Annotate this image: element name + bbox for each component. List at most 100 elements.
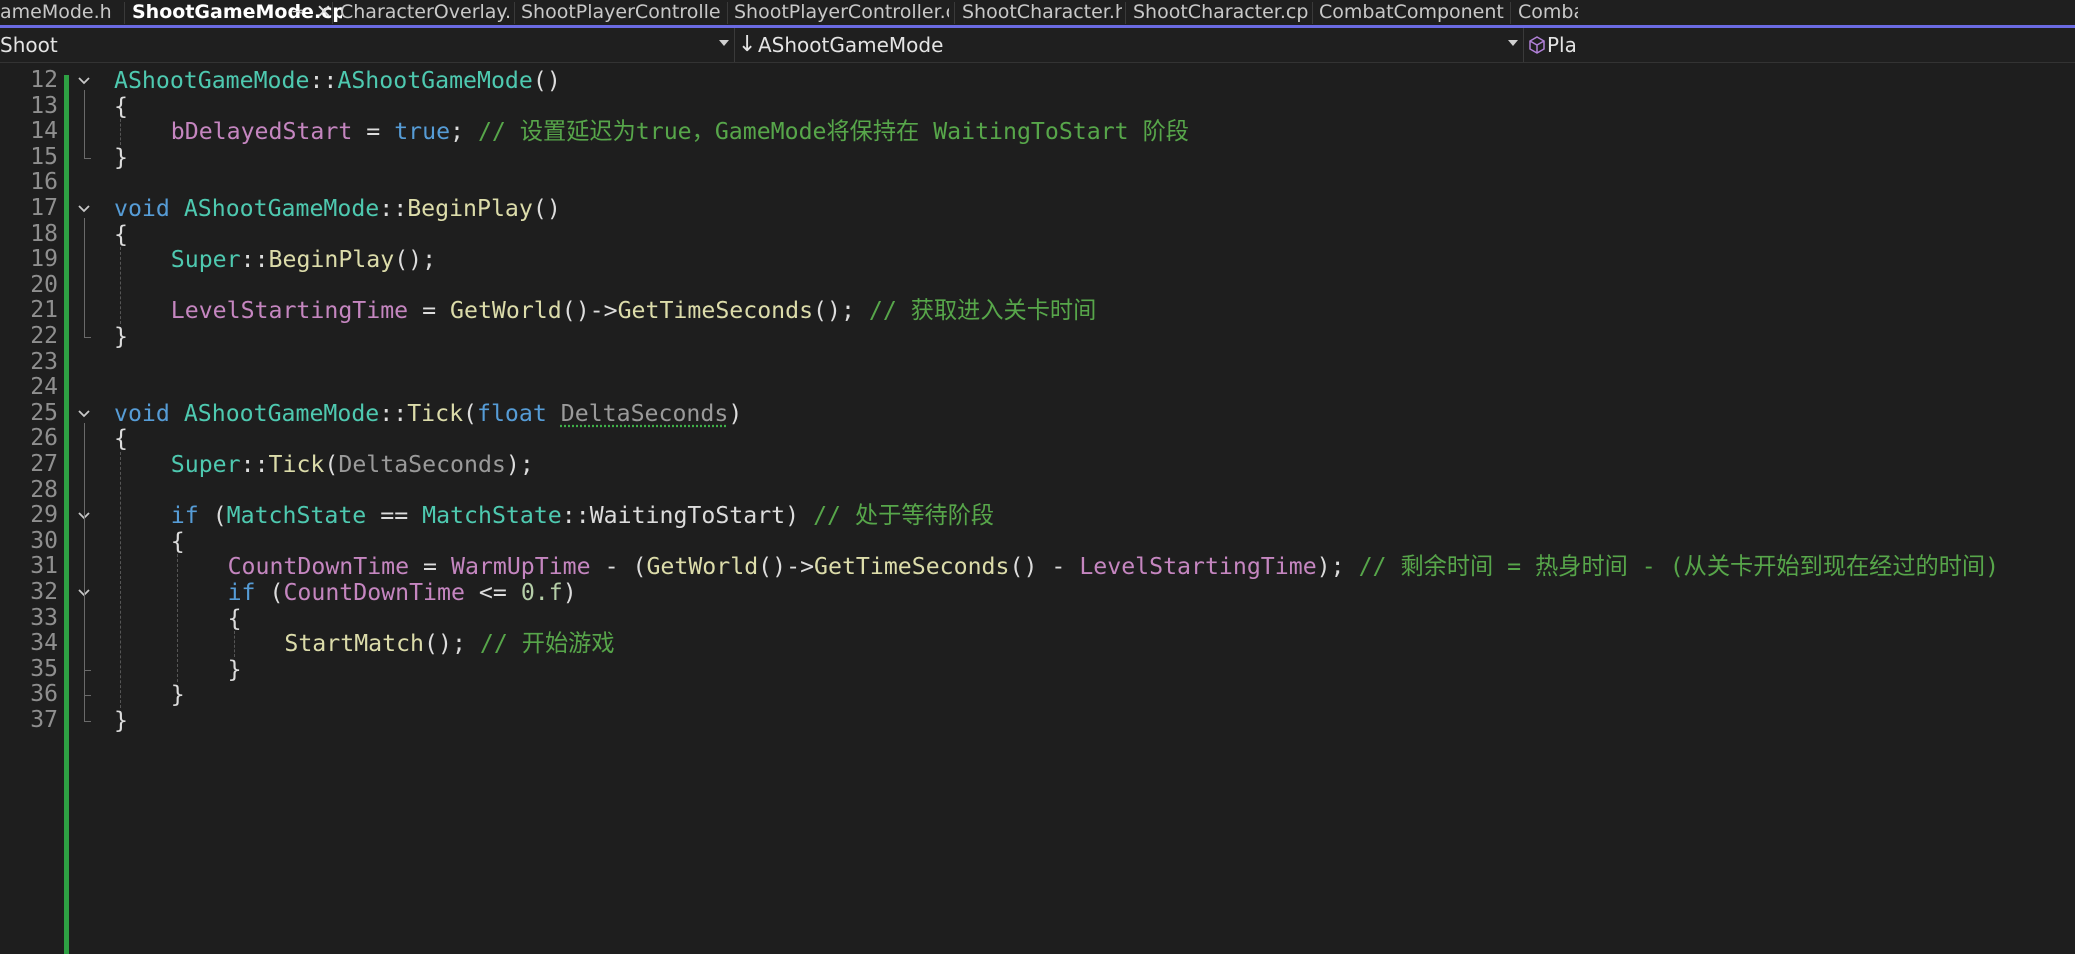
code-line[interactable]: 26 { (0, 426, 2075, 452)
code-text: } (114, 143, 128, 171)
tab-label: ShootGameMode.cpp (132, 1, 342, 23)
indent-guide (176, 554, 178, 683)
code-editor[interactable]: 12 AShootGameMode::AShootGameMode() 13{14 b… (0, 63, 2075, 954)
tab-separator (727, 2, 728, 24)
code-text: Super::BeginPlay(); (170, 246, 437, 274)
project-dropdown[interactable]: Shoot (0, 28, 732, 62)
chevron-down-icon (719, 40, 729, 46)
line-number: 13 (30, 92, 58, 119)
code-line[interactable]: 31 CountDownTime = WarmUpTime - (GetWorld… (0, 554, 2075, 580)
project-name: Shoot (0, 33, 58, 57)
document-tab-bar: ameMode.h ShootGameMode.cpp ⊸ ✕ Characte… (0, 0, 2075, 28)
code-text: if (CountDownTime <= 0.f) (227, 579, 577, 606)
code-line[interactable]: 18 { (0, 220, 2075, 248)
indent-guide (120, 247, 121, 324)
code-text: { (114, 220, 128, 248)
line-number: 23 (30, 348, 58, 375)
code-line[interactable]: 36} (0, 682, 2075, 708)
line-number: 18 (30, 220, 58, 247)
code-line[interactable]: 35} (0, 655, 2075, 683)
code-line[interactable]: 24 (0, 375, 2075, 401)
tab-shootplayercontroller-h[interactable]: ShootPlayerController.h (521, 0, 721, 25)
collapse-chevron-icon[interactable] (76, 201, 92, 217)
tab-shootgamemode-cpp[interactable]: ShootGameMode.cpp ⊸ ✕ (132, 0, 342, 25)
line-number: 31 (30, 553, 58, 580)
close-icon[interactable]: ✕ (316, 0, 332, 25)
tab-label: Combat (1518, 1, 1578, 23)
code-line[interactable]: 32 if (CountDownTime <= 0.f) (0, 579, 2075, 606)
line-number: 12 (30, 67, 58, 93)
code-line[interactable]: 22} (0, 323, 2075, 350)
code-line[interactable]: 16 (0, 170, 2075, 196)
code-text: AShootGameMode::AShootGameMode() (114, 67, 561, 94)
line-number: 19 (30, 246, 58, 273)
tab-label: ShootCharacter.cpp (1133, 1, 1308, 23)
code-line[interactable]: 27 Super::Tick(DeltaSeconds); (0, 451, 2075, 478)
tab-separator (1125, 2, 1126, 24)
code-line[interactable]: 30 { (0, 528, 2075, 555)
line-number: 17 (30, 195, 58, 221)
pin-icon[interactable]: ⊸ (292, 0, 304, 25)
tab-shootplayercontroller-cpp[interactable]: ShootPlayerController.cpp (734, 0, 949, 25)
line-number: 24 (30, 374, 58, 401)
code-line[interactable]: 33 { (0, 604, 2075, 632)
member-name: Play (1547, 33, 1575, 57)
tab-label: ShootPlayerController.h (521, 1, 721, 23)
cube-icon (1529, 36, 1545, 54)
tab-combatcomponent-h[interactable]: CombatComponent.h (1319, 0, 1504, 25)
line-number: 15 (30, 143, 58, 170)
code-line[interactable]: 29 if (MatchState == MatchState::WaitingT… (0, 503, 2075, 529)
code-line[interactable]: 37} (0, 707, 2075, 734)
code-text: CountDownTime = WarmUpTime - (GetWorld()… (227, 553, 2000, 581)
line-number: 20 (30, 271, 58, 298)
code-text: void AShootGameMode::BeginPlay() (114, 195, 561, 222)
member-dropdown[interactable]: Play (1525, 28, 1575, 62)
code-text: StartMatch(); // 开始游戏 (284, 630, 615, 658)
code-text: } (170, 681, 185, 709)
collapse-chevron-icon[interactable] (76, 73, 92, 89)
code-line[interactable]: 25 void AShootGameMode::Tick(float DeltaS… (0, 400, 2075, 427)
tab-shootcharacter-cpp[interactable]: ShootCharacter.cpp (1133, 0, 1308, 25)
tab-combat-truncated[interactable]: Combat (1518, 0, 1578, 25)
fold-region-line (84, 217, 85, 337)
line-number: 16 (30, 169, 58, 196)
tab-label: CombatComponent.h (1319, 1, 1504, 23)
fold-region-end (84, 669, 91, 671)
collapse-chevron-icon[interactable] (76, 406, 92, 422)
code-text: LevelStartingTime = GetWorld()->GetTimeS… (170, 297, 1097, 325)
code-line[interactable]: 19 Super::BeginPlay(); (0, 247, 2075, 273)
code-line[interactable]: 34 StartMatch(); // 开始游戏 (0, 631, 2075, 657)
line-number: 36 (30, 681, 58, 708)
nav-divider (1523, 28, 1524, 62)
code-text: if (MatchState == MatchState::WaitingToS… (170, 502, 995, 530)
scope-dropdown[interactable]: ↓ AShootGameMode (736, 28, 1522, 62)
code-text: } (227, 655, 242, 683)
fold-region-end (84, 720, 91, 722)
code-line[interactable]: 17 void AShootGameMode::BeginPlay() (0, 195, 2075, 222)
code-line[interactable]: 13 { (0, 92, 2075, 120)
code-line[interactable]: 15} (0, 143, 2075, 171)
code-line[interactable]: 20 (0, 271, 2075, 299)
code-line[interactable]: 23 (0, 348, 2075, 376)
line-number: 14 (30, 118, 58, 145)
tab-gamemode-header[interactable]: ameMode.h (0, 0, 120, 25)
code-line[interactable]: 14 bDelayedStart = true; // 设置延迟为true，Gam… (0, 119, 2075, 145)
tab-characteroverlay-h[interactable]: CharacterOverlay.h (340, 0, 510, 25)
tab-label: CharacterOverlay.h (340, 1, 510, 23)
code-line[interactable]: 28 (0, 476, 2075, 504)
line-number: 28 (30, 476, 58, 503)
code-text: } (114, 707, 128, 734)
code-text: { (227, 604, 242, 632)
navigation-bar: Shoot ↓ AShootGameMode Play (0, 28, 2075, 63)
tab-separator (514, 2, 515, 24)
code-line[interactable]: 12 AShootGameMode::AShootGameMode() (0, 67, 2075, 94)
fold-region-end (84, 336, 91, 338)
code-line[interactable]: 21 LevelStartingTime = GetWorld()->GetTim… (0, 298, 2075, 324)
tab-separator (1312, 2, 1313, 24)
fold-region-line (84, 89, 85, 158)
chevron-down-icon (1508, 40, 1518, 46)
line-number: 21 (30, 297, 58, 324)
tab-shootcharacter-h[interactable]: ShootCharacter.h (962, 0, 1122, 25)
tab-separator (1510, 2, 1511, 24)
tab-label: ShootCharacter.h (962, 1, 1122, 23)
